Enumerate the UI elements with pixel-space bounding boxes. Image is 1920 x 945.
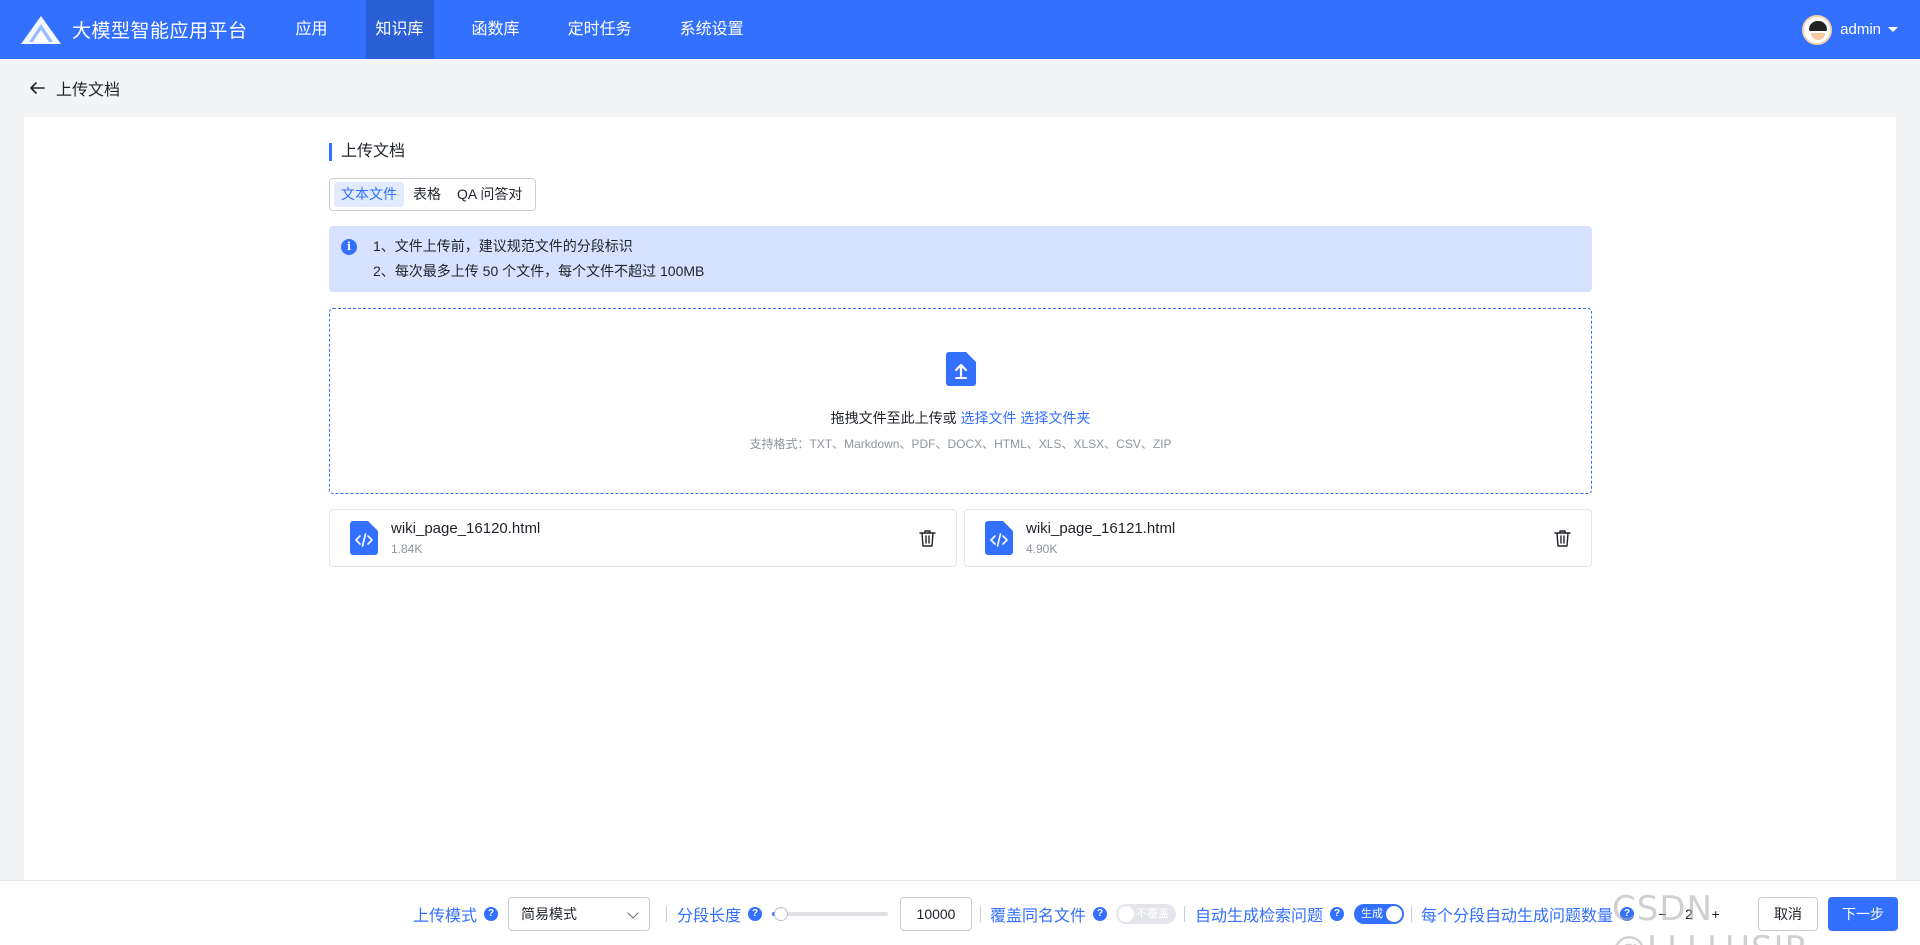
nav-item-apps[interactable]: 应用 [286, 0, 338, 59]
info-notice: i 1、文件上传前，建议规范文件的分段标识 2、每次最多上传 50 个文件，每个… [329, 226, 1592, 292]
tab-table[interactable]: 表格 [406, 182, 448, 207]
cancel-button[interactable]: 取消 [1758, 897, 1818, 931]
notice-line-2: 2、每次最多上传 50 个文件，每个文件不超过 100MB [373, 263, 705, 279]
file-item: wiki_page_16121.html 4.90K [964, 509, 1592, 567]
help-icon[interactable]: ? [1620, 906, 1635, 921]
auto-question-text: 自动生成检索问题 [1195, 907, 1324, 925]
nav-item-scheduled-tasks[interactable]: 定时任务 [558, 0, 642, 59]
tab-text-file[interactable]: 文本文件 [334, 182, 404, 207]
overwrite-toggle[interactable]: 不覆盖 [1116, 904, 1176, 924]
upload-mode-label: 上传模式 ? [413, 881, 499, 945]
nav-item-knowledge[interactable]: 知识库 [365, 0, 434, 59]
toggle-knob [1118, 906, 1134, 922]
file-size: 4.90K [1026, 542, 1058, 556]
per-segment-count-label: 每个分段自动生成问题数量 ? [1421, 881, 1635, 945]
divider [980, 906, 981, 922]
upload-mode-text: 上传模式 [413, 907, 478, 925]
logo[interactable]: 大模型智能应用平台 [20, 15, 248, 45]
tab-qa-pairs[interactable]: QA 问答对 [450, 182, 529, 207]
upload-mode-select[interactable]: 简易模式 [508, 897, 650, 931]
overwrite-toggle-text: 不覆盖 [1136, 908, 1169, 920]
overwrite-text: 覆盖同名文件 [990, 907, 1087, 925]
file-item: wiki_page_16120.html 1.84K [329, 509, 957, 567]
divider [1184, 906, 1185, 922]
auto-question-label: 自动生成检索问题 ? [1195, 881, 1345, 945]
auto-question-toggle-text: 生成 [1361, 908, 1383, 920]
segment-length-label: 分段长度 ? [677, 881, 763, 945]
trash-icon[interactable] [919, 529, 936, 547]
upload-card: 上传文档 文本文件 表格 QA 问答对 i 1、文件上传前，建议规范文件的分段标… [24, 117, 1896, 880]
info-icon: i [341, 239, 357, 255]
question-count-value[interactable]: 2 [1676, 906, 1703, 922]
upload-mode-value: 简易模式 [521, 906, 577, 922]
help-icon[interactable]: ? [1330, 906, 1345, 921]
upload-settings-bar: 上传模式 ? 简易模式 分段长度 ? 10000 覆盖同名文件 ? 不覆盖 自动… [0, 880, 1920, 945]
caret-down-icon [1888, 27, 1898, 32]
file-type-tabs: 文本文件 表格 QA 问答对 [329, 178, 537, 211]
notice-line-1: 1、文件上传前，建议规范文件的分段标识 [373, 238, 633, 254]
breadcrumb: 上传文档 [28, 76, 120, 100]
divider [666, 906, 667, 922]
toggle-knob [1386, 906, 1402, 922]
nav-item-functions[interactable]: 函数库 [462, 0, 530, 59]
segment-length-input[interactable]: 10000 [900, 897, 972, 931]
brand-title: 大模型智能应用平台 [72, 21, 248, 42]
question-count-stepper: − 2 + [1649, 897, 1729, 931]
username: admin [1840, 21, 1881, 38]
decrement-button[interactable]: − [1649, 906, 1676, 922]
segment-length-text: 分段长度 [677, 907, 742, 925]
dropzone-instruction: 拖拽文件至此上传或 [830, 410, 957, 426]
select-file-link[interactable]: 选择文件 [961, 410, 1017, 426]
help-icon[interactable]: ? [748, 906, 763, 921]
trash-icon[interactable] [1554, 529, 1571, 547]
html-file-icon [985, 521, 1013, 555]
avatar [1802, 14, 1833, 45]
main-nav: 应用 知识库 函数库 定时任务 系统设置 [286, 0, 782, 59]
help-icon[interactable]: ? [1093, 906, 1108, 921]
segment-length-slider[interactable] [772, 907, 888, 921]
auto-question-toggle[interactable]: 生成 [1354, 904, 1404, 924]
page-title: 上传文档 [56, 82, 121, 99]
per-segment-count-text: 每个分段自动生成问题数量 [1421, 907, 1614, 925]
html-file-icon [350, 521, 378, 555]
supported-formats: 支持格式：TXT、Markdown、PDF、DOCX、HTML、XLS、XLSX… [749, 437, 1172, 451]
upload-file-icon [946, 352, 976, 386]
file-name: wiki_page_16121.html [1026, 520, 1176, 537]
overwrite-label: 覆盖同名文件 ? [990, 881, 1108, 945]
next-button[interactable]: 下一步 [1828, 897, 1898, 931]
select-folder-link[interactable]: 选择文件夹 [1020, 410, 1090, 426]
user-menu[interactable]: admin [1802, 0, 1898, 59]
file-size: 1.84K [391, 542, 423, 556]
help-icon[interactable]: ? [484, 906, 499, 921]
chevron-down-icon [627, 907, 639, 919]
mountain-logo-icon [21, 15, 61, 44]
file-name: wiki_page_16120.html [391, 520, 541, 537]
arrow-left-icon[interactable] [28, 79, 46, 97]
increment-button[interactable]: + [1702, 906, 1729, 922]
slider-thumb[interactable] [774, 907, 789, 921]
top-navbar: 大模型智能应用平台 应用 知识库 函数库 定时任务 系统设置 admin [0, 0, 1920, 59]
section-title: 上传文档 [329, 143, 405, 161]
file-dropzone[interactable]: 拖拽文件至此上传或 选择文件 选择文件夹 支持格式：TXT、Markdown、P… [329, 308, 1592, 494]
dropzone-text: 拖拽文件至此上传或 选择文件 选择文件夹 [330, 408, 1591, 428]
divider [1411, 906, 1412, 922]
nav-item-settings[interactable]: 系统设置 [670, 0, 754, 59]
